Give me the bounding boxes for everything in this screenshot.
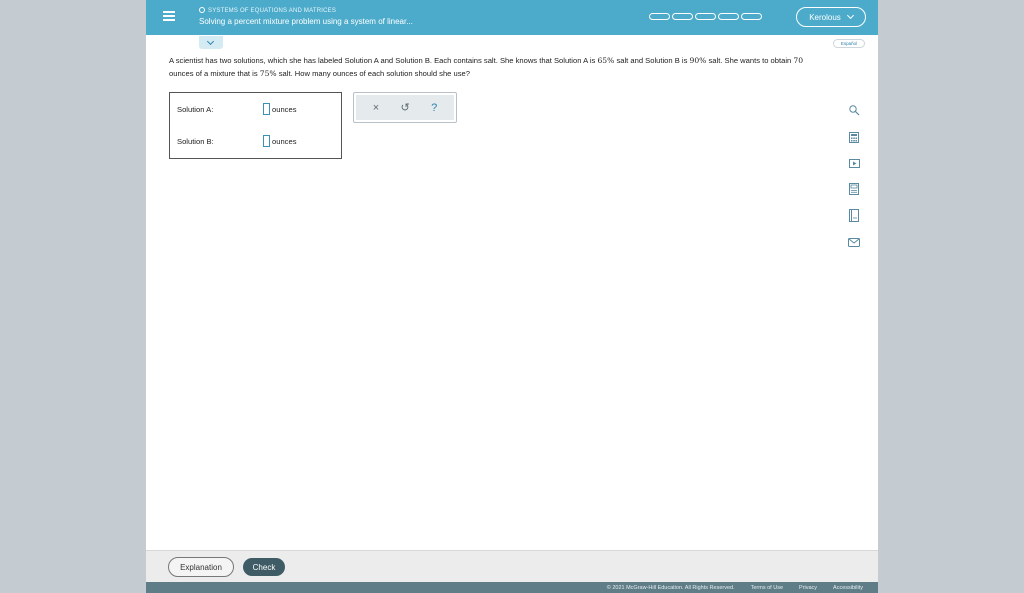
- answer-row-solution-b: Solution B: ounces: [177, 134, 297, 148]
- user-name: Kerolous: [809, 12, 841, 22]
- privacy-link[interactable]: Privacy: [799, 585, 817, 591]
- collapse-header-button[interactable]: [199, 36, 223, 49]
- scale-search-icon[interactable]: [848, 104, 860, 116]
- solution-a-input[interactable]: [263, 103, 270, 115]
- calculator-icon[interactable]: [848, 131, 860, 143]
- progress-segment: [718, 13, 739, 20]
- solution-b-input[interactable]: [263, 135, 270, 147]
- topic-label: SYSTEMS OF EQUATIONS AND MATRICES: [208, 8, 337, 14]
- progress-segment: [741, 13, 762, 20]
- answer-tools: × ↺ ?: [353, 92, 457, 123]
- progress-segment: [672, 13, 693, 20]
- chevron-down-icon: [846, 11, 854, 20]
- progress-segment: [695, 13, 716, 20]
- lesson-title: Solving a percent mixture problem using …: [199, 17, 413, 26]
- question-text: A scientist has two solutions, which she…: [169, 56, 804, 78]
- message-icon[interactable]: [848, 236, 860, 248]
- header-bar: SYSTEMS OF EQUATIONS AND MATRICES Solvin…: [146, 0, 878, 35]
- answer-row-solution-a: Solution A: ounces: [177, 102, 297, 116]
- answer-panel: Solution A: ounces Solution B: ounces: [169, 92, 342, 159]
- clear-icon[interactable]: ×: [373, 102, 379, 114]
- solution-a-label: Solution A:: [177, 104, 214, 114]
- check-button[interactable]: Check: [243, 558, 285, 576]
- video-icon[interactable]: [848, 157, 860, 169]
- footer-bar: Explanation Check: [146, 550, 878, 582]
- language-toggle[interactable]: Español: [833, 39, 865, 48]
- legal-bar: © 2021 McGraw-Hill Education. All Rights…: [146, 582, 878, 593]
- topic-title: SYSTEMS OF EQUATIONS AND MATRICES: [199, 7, 336, 14]
- terms-link[interactable]: Terms of Use: [751, 585, 783, 591]
- app-window: SYSTEMS OF EQUATIONS AND MATRICES Solvin…: [146, 0, 878, 593]
- undo-icon[interactable]: ↺: [401, 101, 410, 114]
- hamburger-menu-icon[interactable]: [163, 11, 175, 23]
- topic-progress-icon: [199, 7, 205, 13]
- progress-segment: [649, 13, 670, 20]
- solution-b-unit: ounces: [272, 136, 297, 146]
- dictionary-icon[interactable]: [848, 208, 860, 222]
- explanation-button[interactable]: Explanation: [168, 557, 234, 577]
- progress-bar: [649, 13, 762, 20]
- solution-b-label: Solution B:: [177, 136, 214, 146]
- chevron-down-icon: [206, 37, 215, 46]
- copyright-text: © 2021 McGraw-Hill Education. All Rights…: [606, 584, 735, 591]
- accessibility-link[interactable]: Accessibility: [833, 585, 863, 591]
- user-menu-button[interactable]: Kerolous: [796, 7, 866, 27]
- solution-a-unit: ounces: [272, 104, 297, 114]
- notebook-icon[interactable]: [848, 183, 860, 195]
- help-icon[interactable]: ?: [431, 102, 437, 114]
